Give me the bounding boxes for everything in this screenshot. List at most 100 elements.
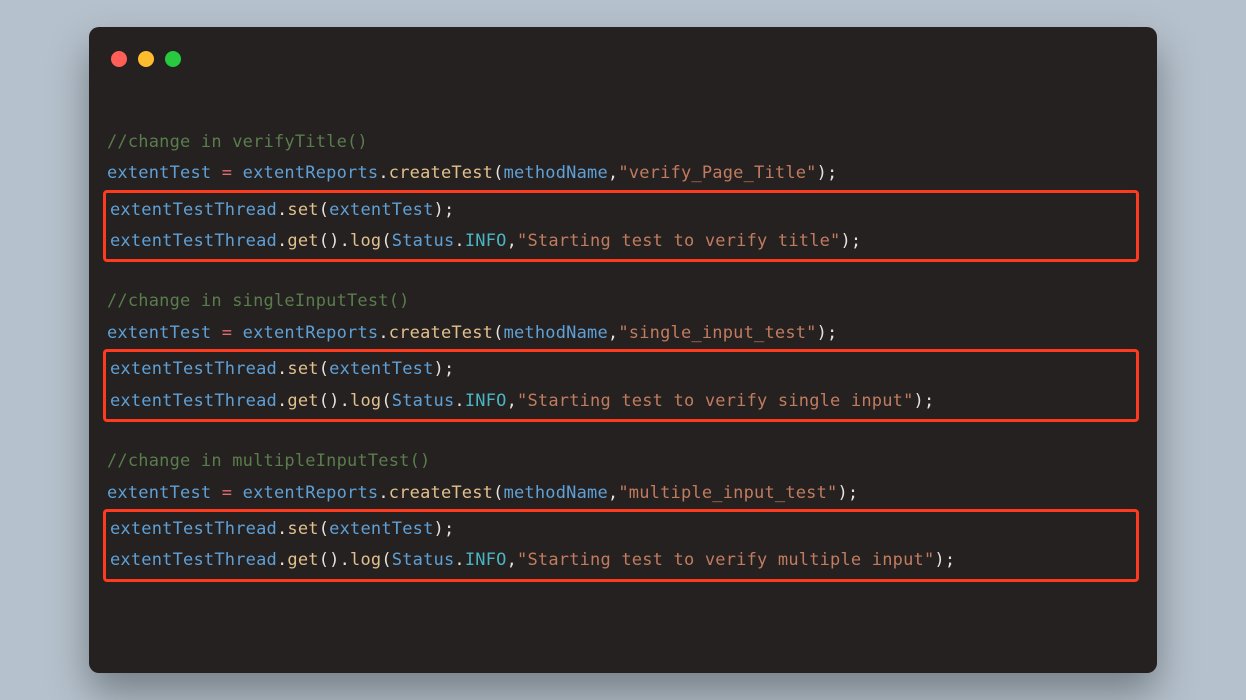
code-token: INFO bbox=[465, 231, 507, 251]
code-token: . bbox=[378, 163, 388, 183]
code-token: . bbox=[277, 519, 287, 539]
code-token: extentReports bbox=[243, 323, 379, 343]
code-token: "Starting test to verify title" bbox=[517, 231, 840, 251]
code-token: extentTest bbox=[107, 163, 211, 183]
code-token: . bbox=[277, 359, 287, 379]
code-token: createTest bbox=[389, 483, 493, 503]
code-token: . bbox=[454, 391, 464, 411]
code-token: . bbox=[454, 231, 464, 251]
code-token: ); bbox=[841, 231, 862, 251]
code-token: extentReports bbox=[243, 163, 379, 183]
code-token: methodName bbox=[504, 483, 608, 503]
code-token: extentTestThread bbox=[110, 391, 277, 411]
maximize-icon bbox=[165, 51, 181, 67]
code-token: ); bbox=[817, 163, 838, 183]
code-token bbox=[211, 483, 221, 503]
code-token: ); bbox=[817, 323, 838, 343]
code-token: . bbox=[277, 391, 287, 411]
code-window: //change in verifyTitle() extentTest = e… bbox=[89, 27, 1157, 673]
code-token: set bbox=[287, 519, 318, 539]
code-token: , bbox=[507, 391, 517, 411]
code-token: extentTestThread bbox=[110, 231, 277, 251]
code-token: () bbox=[319, 231, 340, 251]
code-token: . bbox=[378, 483, 388, 503]
code-token: extentReports bbox=[243, 483, 379, 503]
code-token: log bbox=[350, 550, 381, 570]
code-token: ( bbox=[493, 163, 503, 183]
code-token: = bbox=[222, 163, 232, 183]
code-token: extentTestThread bbox=[110, 359, 277, 379]
code-token: ( bbox=[381, 550, 391, 570]
comment: //change in verifyTitle() bbox=[107, 132, 368, 152]
code-token: get bbox=[287, 231, 318, 251]
code-token: "Starting test to verify multiple input" bbox=[517, 550, 934, 570]
code-token: extentTest bbox=[329, 519, 433, 539]
code-token: set bbox=[287, 200, 318, 220]
code-token: ); bbox=[914, 391, 935, 411]
code-token: . bbox=[277, 550, 287, 570]
code-token: , bbox=[507, 231, 517, 251]
code-token: . bbox=[277, 231, 287, 251]
code-token bbox=[232, 483, 242, 503]
code-token: ( bbox=[381, 231, 391, 251]
minimize-icon bbox=[138, 51, 154, 67]
code-token bbox=[211, 323, 221, 343]
code-token: extentTestThread bbox=[110, 550, 277, 570]
code-token: ( bbox=[381, 391, 391, 411]
code-token: get bbox=[287, 550, 318, 570]
code-block-3: //change in multipleInputTest() extentTe… bbox=[107, 446, 1139, 582]
code-token: . bbox=[378, 323, 388, 343]
code-token: Status bbox=[392, 391, 455, 411]
code-token: extentTestThread bbox=[110, 519, 277, 539]
code-token: "multiple_input_test" bbox=[618, 483, 837, 503]
highlight-box: extentTestThread.set(extentTest); extent… bbox=[103, 190, 1139, 263]
code-block-1: //change in verifyTitle() extentTest = e… bbox=[107, 127, 1139, 263]
code-token: log bbox=[350, 231, 381, 251]
code-token: ); bbox=[934, 550, 955, 570]
code-token: extentTestThread bbox=[110, 200, 277, 220]
code-token: log bbox=[350, 391, 381, 411]
code-token: = bbox=[222, 483, 232, 503]
code-token: ); bbox=[434, 359, 455, 379]
code-token: . bbox=[340, 550, 350, 570]
code-token: ( bbox=[493, 323, 503, 343]
window-titlebar bbox=[107, 51, 1139, 67]
code-block-2: //change in singleInputTest() extentTest… bbox=[107, 286, 1139, 422]
code-token: . bbox=[340, 391, 350, 411]
comment: //change in multipleInputTest() bbox=[107, 451, 430, 471]
code-token bbox=[211, 163, 221, 183]
code-token: , bbox=[608, 483, 618, 503]
highlight-box: extentTestThread.set(extentTest); extent… bbox=[103, 509, 1139, 582]
code-token: ); bbox=[434, 519, 455, 539]
code-token: = bbox=[222, 323, 232, 343]
code-token: () bbox=[319, 391, 340, 411]
code-token: . bbox=[340, 231, 350, 251]
code-token: "verify_Page_Title" bbox=[618, 163, 816, 183]
code-token: get bbox=[287, 391, 318, 411]
code-token: extentTest bbox=[107, 483, 211, 503]
code-token: . bbox=[454, 550, 464, 570]
code-token: ); bbox=[434, 200, 455, 220]
code-token: ( bbox=[319, 359, 329, 379]
code-token: INFO bbox=[465, 391, 507, 411]
code-token bbox=[232, 163, 242, 183]
code-token bbox=[232, 323, 242, 343]
code-token: createTest bbox=[389, 163, 493, 183]
code-token: , bbox=[507, 550, 517, 570]
code-token: . bbox=[277, 200, 287, 220]
code-token: Status bbox=[392, 231, 455, 251]
close-icon bbox=[111, 51, 127, 67]
code-token: ); bbox=[838, 483, 859, 503]
code-token: ( bbox=[319, 519, 329, 539]
code-token: methodName bbox=[504, 323, 608, 343]
code-token: extentTest bbox=[329, 359, 433, 379]
code-token: methodName bbox=[504, 163, 608, 183]
code-token: , bbox=[608, 163, 618, 183]
code-token: Status bbox=[392, 550, 455, 570]
code-token: extentTest bbox=[107, 323, 211, 343]
code-token: INFO bbox=[465, 550, 507, 570]
code-token: "single_input_test" bbox=[618, 323, 816, 343]
comment: //change in singleInputTest() bbox=[107, 291, 410, 311]
code-token: ( bbox=[493, 483, 503, 503]
code-token: "Starting test to verify single input" bbox=[517, 391, 914, 411]
